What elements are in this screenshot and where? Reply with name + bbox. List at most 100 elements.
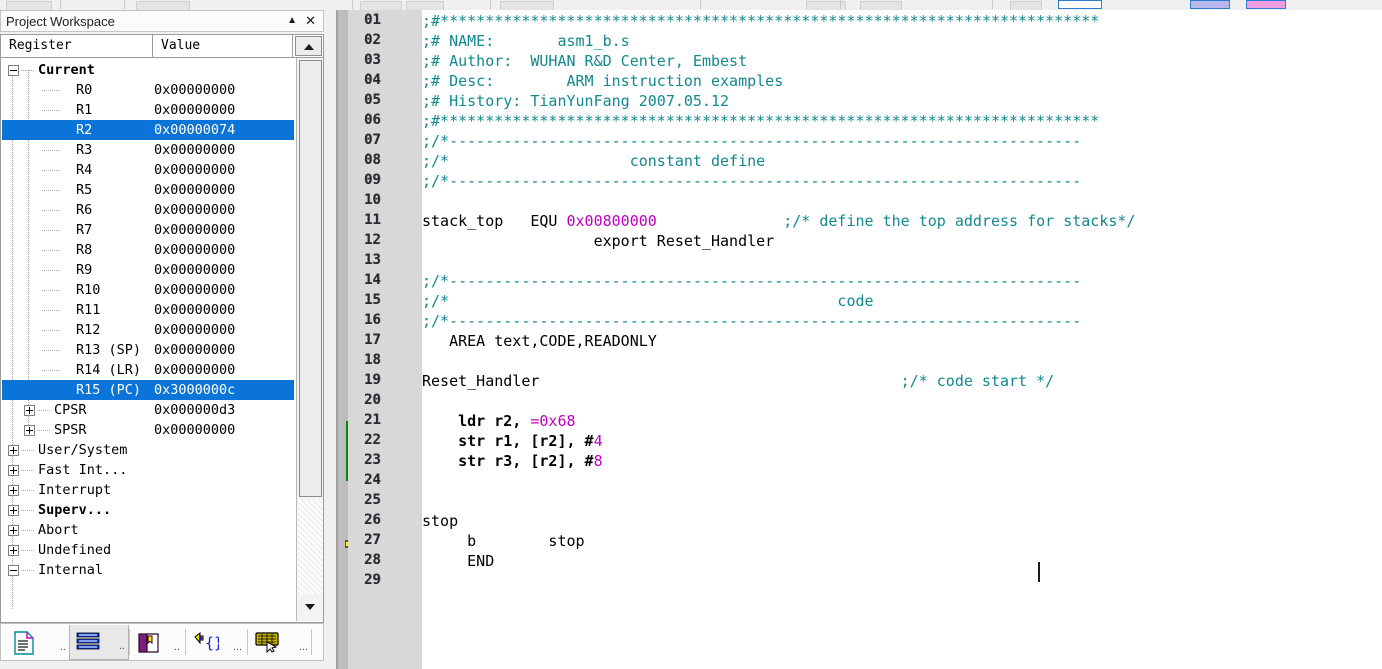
expand-icon[interactable] [8, 545, 19, 556]
toolbar-active-button-1[interactable] [1190, 0, 1230, 9]
code-line[interactable]: stop [422, 512, 458, 530]
register-tree[interactable]: Current R0 0x00000000 R1 0x00000000 R2 0x00000… [0, 58, 324, 623]
register-row[interactable]: Interrupt [2, 480, 294, 500]
code-surface[interactable]: ;#**************************************… [422, 10, 1382, 669]
register-row[interactable]: R5 0x00000000 [2, 180, 294, 200]
register-row[interactable]: Fast Int... [2, 460, 294, 480]
expand-icon[interactable] [8, 485, 19, 496]
code-line[interactable]: str r1, [r2], #4 [422, 432, 603, 450]
code-line[interactable]: ;# NAME: asm1_b.s [422, 32, 630, 50]
register-row[interactable]: R7 0x00000000 [2, 220, 294, 240]
scroll-down-button[interactable] [299, 596, 322, 618]
code-token: str r1, [r2], # [422, 432, 594, 450]
column-header-register[interactable]: Register [1, 35, 153, 57]
register-row[interactable]: R14 (LR) 0x00000000 [2, 360, 294, 380]
code-line[interactable]: export Reset_Handler [422, 232, 775, 250]
collapse-icon[interactable]: ▲ [287, 16, 297, 26]
collapse-icon[interactable] [8, 65, 19, 76]
register-name: R14 (LR) [76, 362, 142, 378]
register-row[interactable]: Current [2, 60, 294, 80]
register-row[interactable]: R12 0x00000000 [2, 320, 294, 340]
register-view-tab[interactable]: .. [69, 625, 129, 660]
code-line[interactable]: ;/* code [422, 292, 874, 310]
code-line[interactable]: ;#**************************************… [422, 112, 1099, 130]
register-row[interactable]: R11 0x00000000 [2, 300, 294, 320]
code-line[interactable]: ;#**************************************… [422, 12, 1099, 30]
register-name: Internal [38, 562, 104, 578]
tab-separator-3 [311, 629, 312, 655]
code-line[interactable]: ;/* constant define [422, 152, 765, 170]
toolbar-active-button-2[interactable] [1246, 0, 1286, 9]
expand-icon[interactable] [24, 405, 35, 416]
line-number: 07 [364, 132, 381, 148]
editor-marker-track[interactable] [338, 10, 367, 669]
code-editor[interactable]: 01 02 03 04 05 06 07 08 09 10 11 12 13 14 15 16 17 18 19 20… [336, 10, 1382, 669]
tab-label-ellipsis: ... [298, 641, 308, 653]
register-row[interactable]: R13 (SP) 0x00000000 [2, 340, 294, 360]
toolbar-separator-6 [992, 0, 993, 9]
symbol-view-tab[interactable]: {}... [187, 625, 245, 660]
register-row[interactable]: R0 0x00000000 [2, 80, 294, 100]
register-row[interactable]: R3 0x00000000 [2, 140, 294, 160]
code-line[interactable]: b stop [422, 532, 585, 550]
code-line[interactable]: ldr r2, =0x68 [422, 412, 575, 430]
line-number: 04 [364, 72, 381, 88]
register-row[interactable]: R2 0x00000074 [2, 120, 294, 140]
register-row[interactable]: User/System [2, 440, 294, 460]
line-number: 21 [364, 412, 381, 428]
tree-connector [42, 330, 60, 331]
register-row[interactable]: Abort [2, 520, 294, 540]
register-row[interactable]: R1 0x00000000 [2, 100, 294, 120]
toolbar-active-button-0[interactable] [1058, 0, 1102, 9]
code-token: 8 [593, 452, 603, 470]
code-line[interactable]: ;# Author: WUHAN R&D Center, Embest [422, 52, 747, 70]
toolbar-separator-4 [700, 0, 701, 9]
register-value: 0x00000000 [154, 142, 236, 158]
register-row[interactable]: R8 0x00000000 [2, 240, 294, 260]
expand-icon[interactable] [8, 505, 19, 516]
register-row[interactable]: R4 0x00000000 [2, 160, 294, 180]
code-line[interactable]: str r3, [r2], #8 [422, 452, 603, 470]
register-row[interactable]: Superv... [2, 500, 294, 520]
code-line[interactable]: ;# History: TianYunFang 2007.05.12 [422, 92, 729, 110]
code-line[interactable]: stack_top EQU 0x00800000 ;/* define the … [422, 212, 1135, 230]
tab-separator-0 [129, 629, 130, 655]
register-tree-scrollbar[interactable] [296, 58, 323, 621]
register-row[interactable]: CPSR 0x000000d3 [2, 400, 294, 420]
tree-connector [42, 150, 60, 151]
expand-icon[interactable] [8, 445, 19, 456]
expand-icon[interactable] [24, 425, 35, 436]
collapse-icon[interactable] [8, 565, 19, 576]
register-name: R4 [76, 162, 93, 178]
code-line[interactable]: ;/*-------------------------------------… [422, 272, 1081, 290]
code-line[interactable]: ;/*-------------------------------------… [422, 132, 1081, 150]
column-header-value[interactable]: Value [153, 35, 293, 57]
register-row[interactable]: Internal [2, 560, 294, 580]
scroll-up-button[interactable] [295, 36, 322, 56]
register-row[interactable]: R15 (PC) 0x3000000c [2, 380, 294, 400]
expand-icon[interactable] [8, 465, 19, 476]
file-view-tab[interactable]: .. [7, 625, 69, 660]
code-line[interactable]: ;/*-------------------------------------… [422, 172, 1081, 190]
console-view-tab[interactable]: ... [249, 625, 311, 660]
close-icon[interactable]: ✕ [305, 14, 316, 28]
code-line[interactable]: ;/*-------------------------------------… [422, 312, 1081, 330]
register-name: Undefined [38, 542, 112, 558]
code-line[interactable]: Reset_Handler ;/* code start */ [422, 372, 1054, 390]
register-row[interactable]: SPSR 0x00000000 [2, 420, 294, 440]
register-value: 0x00000000 [154, 322, 236, 338]
register-row[interactable]: Undefined [2, 540, 294, 560]
expand-icon[interactable] [8, 525, 19, 536]
code-token: b stop [422, 532, 585, 550]
scrollbar-thumb[interactable] [299, 60, 322, 497]
register-name: Current [38, 62, 95, 78]
toolbar-separator-2 [352, 0, 353, 9]
register-value: 0x00000000 [154, 342, 236, 358]
register-row[interactable]: R6 0x00000000 [2, 200, 294, 220]
code-line[interactable]: END [422, 552, 494, 570]
register-row[interactable]: R10 0x00000000 [2, 280, 294, 300]
code-line[interactable]: AREA text,CODE,READONLY [422, 332, 657, 350]
book-view-tab[interactable]: .. [131, 625, 183, 660]
register-row[interactable]: R9 0x00000000 [2, 260, 294, 280]
code-line[interactable]: ;# Desc: ARM instruction examples [422, 72, 783, 90]
